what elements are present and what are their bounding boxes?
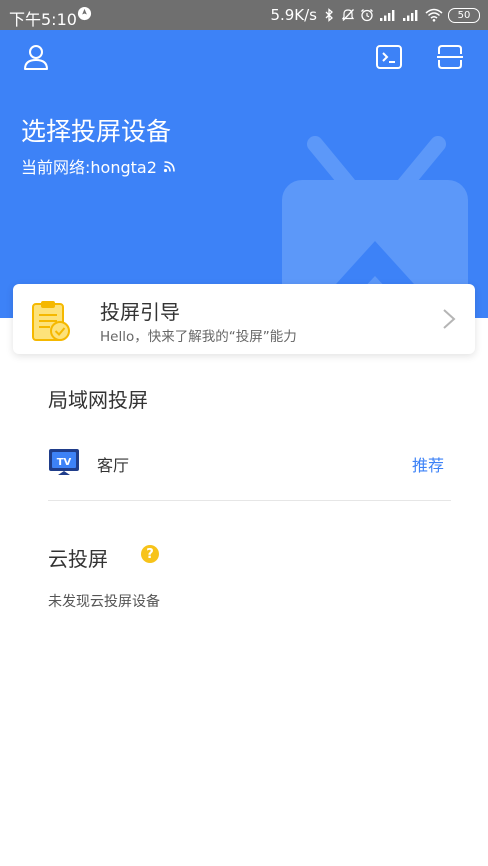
tv-icon: TV: [49, 449, 79, 475]
help-icon[interactable]: ?: [141, 545, 159, 563]
network-label: 当前网络:hongta2: [21, 158, 157, 177]
network-speed: 5.9K/s: [270, 6, 317, 24]
guide-title: 投屏引导: [100, 300, 180, 324]
scan-icon[interactable]: [436, 43, 464, 71]
battery-icon: 50: [448, 7, 480, 23]
mute-icon: [341, 9, 355, 21]
status-right: 5.9K/s 50: [270, 6, 480, 24]
wifi-signal-icon: [163, 160, 175, 172]
device-item[interactable]: TV 客厅 推荐: [48, 442, 450, 482]
terminal-icon[interactable]: [375, 43, 403, 71]
cloud-empty-text: 未发现云投屏设备: [48, 594, 160, 610]
user-icon[interactable]: [22, 43, 50, 71]
signal-icon: [403, 10, 418, 21]
status-bar: 下午5:10 5.9K/s 50: [0, 0, 488, 30]
bluetooth-icon: [325, 8, 333, 22]
page-title: 选择投屏设备: [21, 117, 172, 146]
current-network: 当前网络:hongta2: [21, 154, 176, 178]
lan-section-title: 局域网投屏: [48, 388, 148, 412]
chevron-right-icon: [443, 309, 456, 329]
device-name: 客厅: [97, 456, 130, 475]
clipboard-check-icon: [32, 301, 70, 341]
status-time: 下午5:10: [9, 10, 77, 29]
screen: 下午5:10 5.9K/s 50 选择投屏设备 当前网络:hongta2 投屏引…: [0, 0, 488, 866]
location-icon: [77, 6, 92, 21]
wifi-icon: [425, 8, 443, 22]
recommend-badge: 推荐: [411, 456, 444, 475]
signal-icon: [380, 10, 395, 21]
cloud-section-title: 云投屏: [48, 547, 108, 571]
guide-description: Hello，快来了解我的“投屏”能力: [100, 329, 297, 345]
svg-text:TV: TV: [57, 457, 72, 468]
guide-card[interactable]: 投屏引导 Hello，快来了解我的“投屏”能力: [13, 284, 475, 354]
header: 选择投屏设备 当前网络:hongta2: [0, 30, 488, 318]
divider: [48, 500, 451, 501]
alarm-icon: [361, 9, 373, 22]
